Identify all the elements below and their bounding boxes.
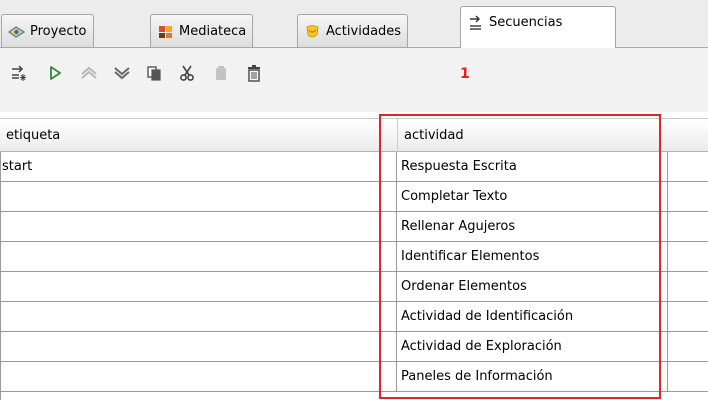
cell-etiqueta[interactable] [0, 182, 397, 211]
cell-actividad[interactable]: Identificar Elementos [398, 242, 668, 271]
annotation-marker: 1 [460, 66, 470, 82]
toolbar: 1 [0, 48, 708, 112]
cell-actividad[interactable]: Actividad de Identificación [398, 302, 668, 331]
media-library-icon [157, 23, 174, 40]
cell-etiqueta[interactable]: start [0, 152, 397, 181]
column-header-etiqueta[interactable]: etiqueta [6, 119, 60, 152]
cell-actividad[interactable]: Actividad de Exploración [398, 332, 668, 361]
cell-etiqueta[interactable] [0, 242, 397, 271]
tab-secuencias[interactable]: Secuencias [460, 6, 616, 48]
add-sequence-icon [9, 63, 29, 87]
tab-mediateca[interactable]: Mediateca [150, 14, 254, 48]
paste-button[interactable] [210, 64, 232, 86]
cell-actividad[interactable]: Respuesta Escrita [398, 152, 668, 181]
delete-icon [245, 64, 263, 86]
table-row[interactable]: Ordenar Elementos [0, 272, 708, 302]
eye-icon [7, 23, 26, 40]
tab-label: Mediateca [179, 24, 247, 39]
move-down-icon [112, 64, 132, 86]
tab-label: Proyecto [30, 24, 87, 39]
table-row[interactable]: Actividad de Exploración [0, 332, 708, 362]
tab-actividades[interactable]: Actividades [297, 14, 409, 48]
move-down-button[interactable] [111, 64, 133, 86]
table-row[interactable]: Rellenar Agujeros [0, 212, 708, 242]
move-up-icon [79, 64, 99, 86]
cell-actividad[interactable]: Completar Texto [398, 182, 668, 211]
column-divider[interactable] [397, 119, 398, 152]
cell-etiqueta[interactable] [0, 302, 397, 331]
tab-bar: Proyecto Mediateca Actividades Secuencia… [0, 0, 708, 48]
table-row[interactable]: start Respuesta Escrita [0, 152, 708, 182]
delete-button[interactable] [243, 64, 265, 86]
table-header: etiqueta actividad [0, 118, 708, 152]
cut-button[interactable] [176, 64, 198, 86]
activities-icon [304, 23, 321, 40]
sequence-table: etiqueta actividad start Respuesta Escri… [0, 112, 708, 400]
cell-etiqueta[interactable] [0, 362, 397, 391]
tab-label: Secuencias [489, 15, 563, 30]
move-up-button[interactable] [78, 64, 100, 86]
add-sequence-button[interactable] [8, 64, 30, 86]
copy-icon [145, 64, 163, 86]
sequence-icon [467, 14, 484, 31]
table-row[interactable]: Identificar Elementos [0, 242, 708, 272]
table-row[interactable]: Paneles de Información [0, 362, 708, 392]
cell-actividad[interactable]: Rellenar Agujeros [398, 212, 668, 241]
cell-etiqueta[interactable] [0, 332, 397, 361]
play-button[interactable] [44, 64, 66, 86]
cell-etiqueta[interactable] [0, 272, 397, 301]
table-row[interactable]: Completar Texto [0, 182, 708, 212]
cell-etiqueta[interactable] [0, 212, 397, 241]
play-icon [46, 64, 64, 86]
copy-button[interactable] [143, 64, 165, 86]
table-row[interactable]: Actividad de Identificación [0, 302, 708, 332]
cell-actividad[interactable]: Ordenar Elementos [398, 272, 668, 301]
tab-label: Actividades [326, 24, 402, 39]
cut-icon [178, 64, 196, 86]
paste-icon [212, 64, 230, 86]
tab-proyecto[interactable]: Proyecto [1, 14, 94, 48]
cell-actividad[interactable]: Paneles de Información [398, 362, 668, 391]
column-header-actividad[interactable]: actividad [404, 119, 464, 152]
